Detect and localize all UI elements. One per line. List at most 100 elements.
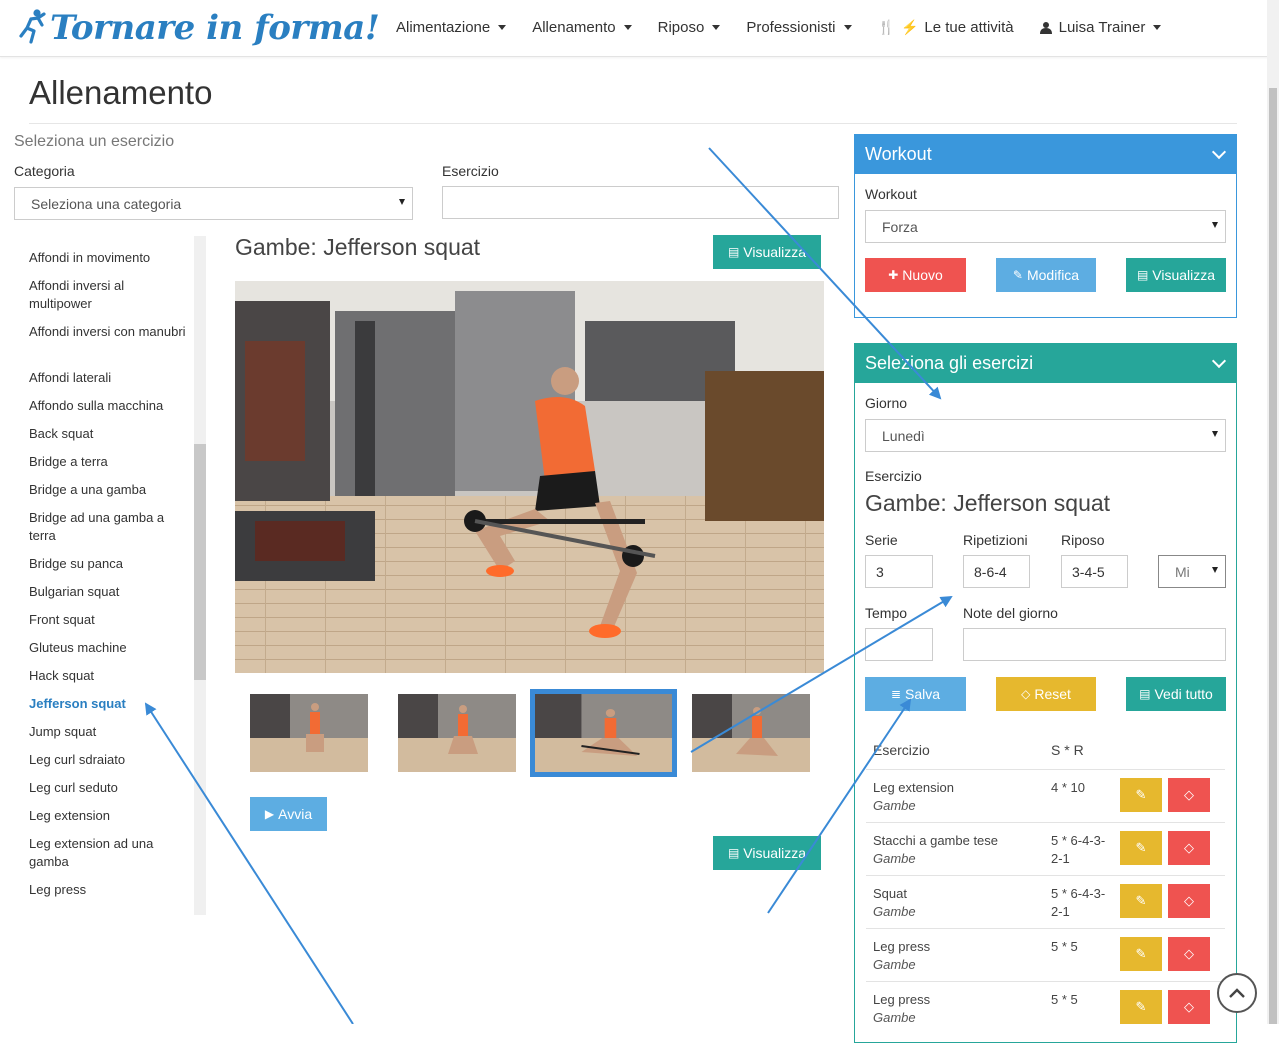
exercise-list-item[interactable]: Affondi inversi al multipower — [29, 277, 189, 313]
user-icon — [1039, 21, 1052, 34]
nav-alimentazione[interactable]: Alimentazione — [383, 0, 519, 54]
play-slideshow-button[interactable]: ▶ Avvia — [250, 797, 327, 831]
exercise-list-item[interactable]: Affondi in movimento — [29, 249, 189, 267]
top-navbar: Tornare in forma! Alimentazione Allename… — [0, 0, 1279, 57]
save-button[interactable]: ≣ Salva — [865, 677, 966, 711]
row-delete-button[interactable]: ◇ — [1168, 990, 1210, 1024]
category-select[interactable]: Seleziona una categoria — [14, 187, 413, 220]
exercise-thumbnail[interactable] — [398, 694, 516, 772]
table-header-exercise: Esercizio — [873, 742, 930, 758]
plus-square-icon: ✚ — [888, 268, 899, 282]
exercise-detail-title: Gambe: Jefferson squat — [235, 234, 481, 260]
row-sr: 5 * 6-4-3-2-1 — [1051, 886, 1106, 919]
exercise-list-item[interactable]: Back squat — [29, 425, 189, 443]
table-row: Leg press Gambe — [873, 938, 930, 974]
exercise-list-scrollbar-thumb[interactable] — [194, 444, 206, 680]
series-input[interactable]: 3 — [865, 555, 933, 588]
eraser-icon: ◇ — [1184, 787, 1194, 802]
nav-professionisti[interactable]: Professionisti — [733, 0, 864, 54]
nav-riposo[interactable]: Riposo — [645, 0, 734, 54]
nav-attivita[interactable]: 🍴 ⚡ Le tue attività — [865, 0, 1027, 54]
series-label: Serie — [865, 532, 898, 548]
thumbnail-image — [398, 694, 516, 772]
exercise-list-item[interactable]: Hack squat — [29, 667, 189, 685]
view-exercise-button[interactable]: ▤ Visualizza — [713, 235, 821, 269]
table-row-divider — [866, 928, 1225, 929]
eraser-icon: ◇ — [1184, 840, 1194, 855]
nav-allenamento[interactable]: Allenamento — [519, 0, 644, 54]
day-select[interactable]: Lunedì — [865, 419, 1226, 452]
rest-input[interactable]: 3-4-5 — [1061, 555, 1128, 588]
exercise-list-item[interactable]: Gluteus machine — [29, 639, 189, 657]
workout-panel-header[interactable]: Workout — [855, 135, 1236, 174]
select-exercises-panel-header[interactable]: Seleziona gli esercizi — [855, 344, 1236, 383]
row-edit-button[interactable]: ✎ — [1120, 937, 1162, 971]
reps-value: 8-6-4 — [974, 563, 1007, 580]
new-workout-button[interactable]: ✚ Nuovo — [865, 258, 966, 292]
row-delete-button[interactable]: ◇ — [1168, 778, 1210, 812]
exercise-list-item[interactable]: Front squat — [29, 611, 189, 629]
rest-unit-select[interactable]: Mi — [1158, 555, 1226, 588]
row-edit-button[interactable]: ✎ — [1120, 778, 1162, 812]
row-delete-button[interactable]: ◇ — [1168, 884, 1210, 918]
exercise-list-item[interactable]: Leg press — [29, 881, 189, 899]
edit-workout-button[interactable]: ✎ Modifica — [996, 258, 1096, 292]
edit-workout-label: Modifica — [1026, 267, 1080, 283]
nav-user-menu[interactable]: Luisa Trainer — [1027, 0, 1175, 54]
exercise-thumbnail[interactable] — [692, 694, 810, 772]
brand-logo[interactable]: Tornare in forma! — [18, 6, 380, 50]
workout-select[interactable]: Forza — [865, 210, 1226, 243]
row-edit-button[interactable]: ✎ — [1120, 990, 1162, 1024]
reps-input[interactable]: 8-6-4 — [963, 555, 1030, 588]
nav-item-label: Riposo — [657, 18, 705, 36]
row-delete-button[interactable]: ◇ — [1168, 937, 1210, 971]
reset-button[interactable]: ◇ Reset — [996, 677, 1096, 711]
row-edit-button[interactable]: ✎ — [1120, 884, 1162, 918]
row-exercise-category: Gambe — [873, 851, 916, 866]
view-workout-label: Visualizza — [1152, 267, 1216, 283]
exercise-list-item[interactable]: Affondo sulla macchina — [29, 397, 189, 415]
table-row-divider — [866, 769, 1225, 770]
notes-input[interactable] — [963, 628, 1226, 661]
row-delete-button[interactable]: ◇ — [1168, 831, 1210, 865]
exercise-search-input[interactable] — [442, 186, 839, 219]
exercise-list-item[interactable]: Affondi laterali — [29, 369, 189, 387]
table-row-divider — [866, 822, 1225, 823]
row-edit-button[interactable]: ✎ — [1120, 831, 1162, 865]
view-workout-button[interactable]: ▤ Visualizza — [1126, 258, 1226, 292]
exercise-list-item[interactable]: Jump squat — [29, 723, 189, 741]
exercise-list-item[interactable]: Leg extension ad una gamba — [29, 835, 189, 871]
reps-label: Ripetizioni — [963, 532, 1028, 548]
exercise-list-item[interactable]: Bridge ad una gamba a terra — [29, 509, 189, 545]
exercise-list-item[interactable]: Bridge a terra — [29, 453, 189, 471]
exercise-list-item[interactable]: Bridge su panca — [29, 555, 189, 573]
exercise-list-item[interactable]: Bulgarian squat — [29, 583, 189, 601]
select-exercise-caption: Seleziona un esercizio — [14, 133, 175, 150]
exercise-thumbnail[interactable] — [250, 694, 368, 772]
table-row-divider — [866, 875, 1225, 876]
scroll-to-top-button[interactable] — [1217, 973, 1257, 1013]
exercise-main-photo — [235, 281, 824, 673]
exercise-list-item-active[interactable]: Jefferson squat — [29, 695, 189, 713]
exercise-thumbnail-selected[interactable] — [530, 689, 677, 777]
exercise-list-item[interactable]: Affondi inversi con manubri — [29, 323, 189, 341]
nav-item-label: Professionisti — [746, 18, 836, 36]
cutlery-icon: 🍴 — [877, 18, 895, 35]
chevron-down-icon[interactable] — [1211, 144, 1227, 160]
exercise-list-item[interactable]: Leg extension — [29, 807, 189, 825]
chevron-up-icon — [1229, 988, 1245, 998]
eraser-icon: ◇ — [1184, 946, 1194, 961]
view-all-button[interactable]: ▤ Vedi tutto — [1126, 677, 1226, 711]
time-input[interactable] — [865, 628, 933, 661]
nav-item-label: Allenamento — [532, 18, 616, 36]
page-scrollbar-thumb[interactable] — [1269, 88, 1277, 1024]
chevron-down-icon[interactable] — [1211, 353, 1227, 369]
row-sr: 5 * 6-4-3-2-1 — [1051, 833, 1106, 866]
exercise-list-item[interactable]: Bridge a una gamba — [29, 481, 189, 499]
row-sr: 4 * 10 — [1051, 780, 1085, 795]
row-exercise-category: Gambe — [873, 957, 916, 972]
exercise-list-item[interactable]: Leg curl seduto — [29, 779, 189, 797]
page-scrollbar[interactable] — [1267, 0, 1279, 1024]
view-exercise-bottom-button[interactable]: ▤ Visualizza — [713, 836, 821, 870]
exercise-list-item[interactable]: Leg curl sdraiato — [29, 751, 189, 769]
